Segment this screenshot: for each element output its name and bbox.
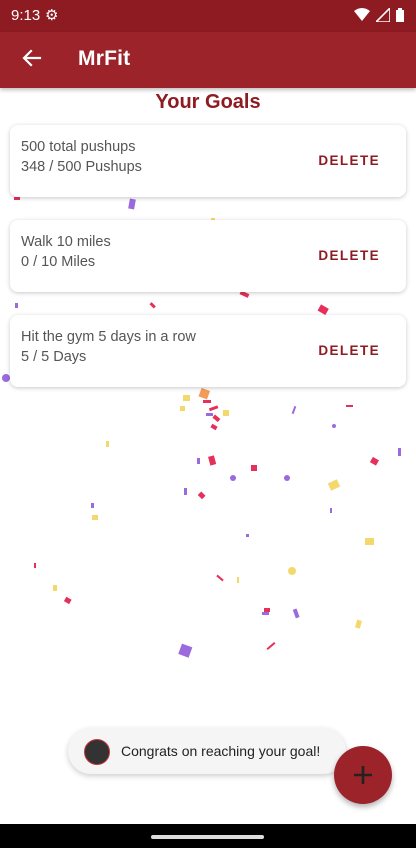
signal-icon xyxy=(376,8,390,22)
status-time: 9:13 xyxy=(11,7,41,24)
app-logo-icon xyxy=(84,739,110,765)
app-title: MrFit xyxy=(78,47,131,70)
goal-card: 500 total pushups 348 / 500 Pushups DELE… xyxy=(10,125,406,197)
status-bar: 9:13 ⚙ xyxy=(0,0,416,32)
page-title: Your Goals xyxy=(155,91,261,113)
plus-icon xyxy=(354,766,372,784)
delete-goal-button[interactable]: DELETE xyxy=(318,248,380,263)
goal-progress: 0 / 10 Miles xyxy=(21,254,96,270)
goal-progress: 348 / 500 Pushups xyxy=(21,159,142,175)
delete-goal-button[interactable]: DELETE xyxy=(318,343,380,358)
wifi-icon xyxy=(354,8,370,21)
goal-card: Walk 10 miles 0 / 10 Miles DELETE xyxy=(10,220,406,292)
system-nav-bar xyxy=(0,824,416,848)
arrow-left-icon xyxy=(22,49,42,67)
goal-name: Walk 10 miles xyxy=(21,234,111,250)
app-bar: MrFit xyxy=(0,32,416,88)
settings-icon: ⚙ xyxy=(45,7,59,24)
goal-progress: 5 / 5 Days xyxy=(21,349,87,365)
goal-name: 500 total pushups xyxy=(21,139,136,155)
delete-goal-button[interactable]: DELETE xyxy=(318,153,380,168)
goal-card: Hit the gym 5 days in a row 5 / 5 Days D… xyxy=(10,315,406,387)
add-goal-button[interactable] xyxy=(334,746,392,804)
snackbar-message: Congrats on reaching your goal! xyxy=(121,743,321,759)
status-icons xyxy=(354,8,404,22)
goal-name: Hit the gym 5 days in a row xyxy=(21,329,196,345)
snackbar-toast: Congrats on reaching your goal! xyxy=(68,728,346,774)
home-gesture-handle[interactable] xyxy=(151,835,264,839)
back-button[interactable] xyxy=(20,46,44,70)
battery-icon xyxy=(396,8,404,22)
